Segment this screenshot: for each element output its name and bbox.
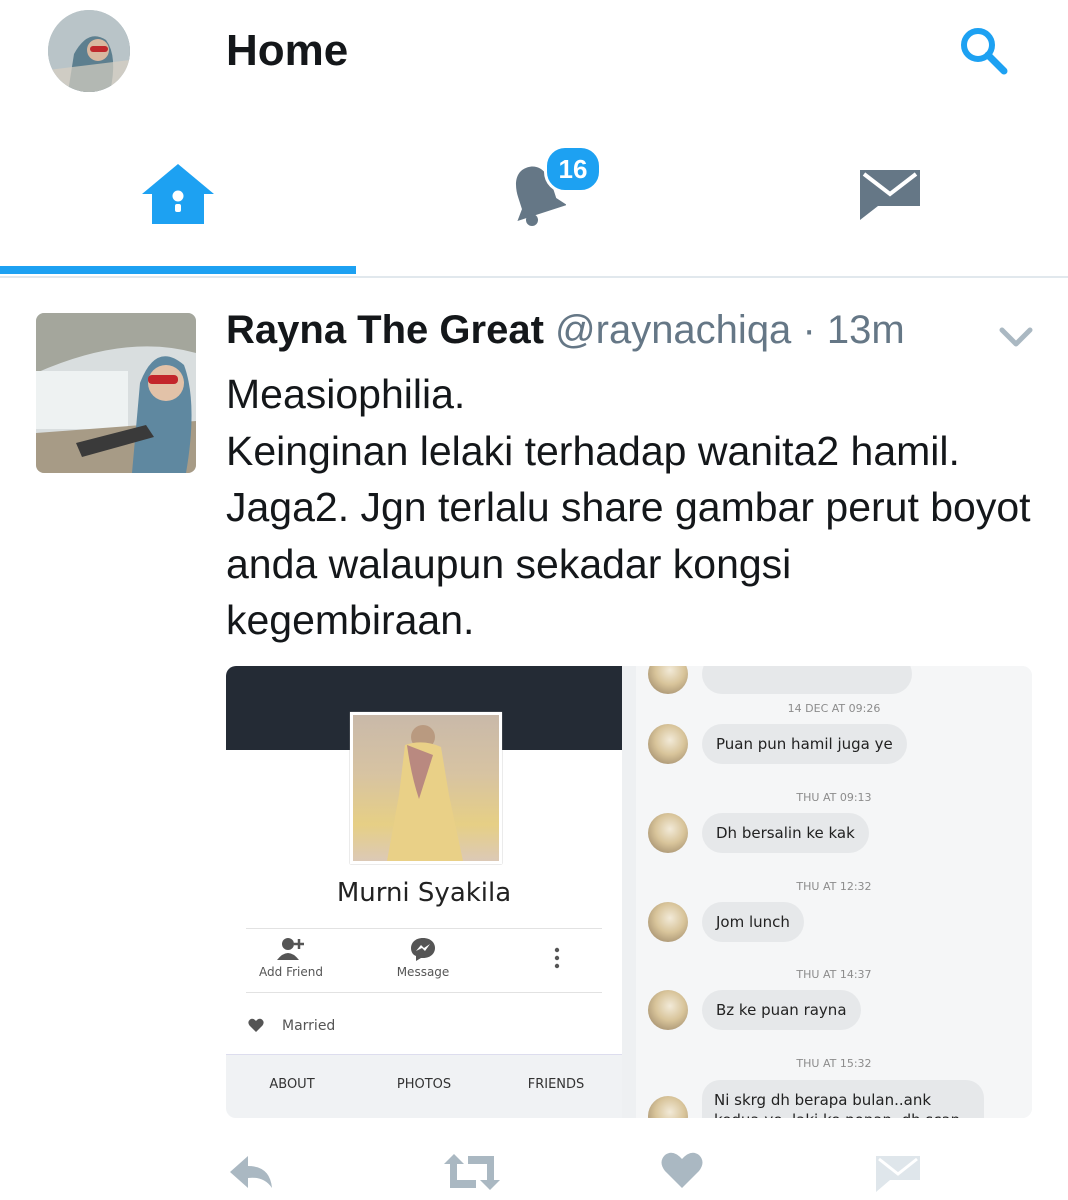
chat-message: Jom lunch bbox=[702, 902, 804, 942]
chat-avatar bbox=[648, 666, 688, 694]
heart-icon bbox=[661, 1152, 703, 1188]
retweet-button[interactable] bbox=[442, 1150, 500, 1194]
tab-photos[interactable]: PHOTOS bbox=[358, 1077, 490, 1092]
tweet-media[interactable]: Murni Syakila Add Friend Message Married… bbox=[226, 666, 1032, 1118]
message-button[interactable]: Message bbox=[368, 936, 478, 979]
message-label: Message bbox=[396, 965, 450, 979]
tab-messages[interactable] bbox=[712, 120, 1068, 274]
chat-avatar bbox=[648, 813, 688, 853]
more-vertical-icon bbox=[554, 947, 560, 969]
chat-timestamp: THU AT 12:32 bbox=[796, 880, 872, 893]
add-friend-icon bbox=[277, 938, 304, 960]
tab-notifications[interactable] bbox=[356, 120, 712, 274]
chat-timestamp: THU AT 14:37 bbox=[796, 968, 872, 981]
reply-icon bbox=[230, 1156, 272, 1188]
author-handle[interactable]: @raynachiqa bbox=[555, 308, 791, 352]
chat-avatar bbox=[648, 990, 688, 1030]
profile-avatar[interactable] bbox=[48, 10, 130, 92]
direct-message-button[interactable] bbox=[874, 1150, 928, 1194]
divider bbox=[246, 992, 602, 993]
tweet-text-line: Keinginan lelaki terhadap wanita2 hamil. bbox=[226, 427, 960, 474]
separator-dot: · bbox=[802, 308, 816, 352]
tweet-text-line: Measiophilia. bbox=[226, 371, 466, 417]
media-image-chat-screenshot[interactable]: 14 DEC AT 09:26 Puan pun hamil juga ye T… bbox=[636, 666, 1032, 1118]
profile-tabs: ABOUT PHOTOS FRIENDS bbox=[226, 1054, 622, 1118]
chat-avatar bbox=[648, 1096, 688, 1118]
page-title: Home bbox=[226, 26, 349, 75]
reply-button[interactable] bbox=[226, 1150, 280, 1194]
tweet-author-avatar[interactable] bbox=[36, 313, 196, 473]
home-icon bbox=[142, 164, 214, 224]
tweet-text-line: anda walaupun sekadar kongsi bbox=[226, 540, 792, 587]
profile-photo bbox=[350, 712, 502, 864]
notification-count-badge: 16 bbox=[544, 145, 602, 193]
relationship-status: Married bbox=[282, 1018, 336, 1034]
search-icon bbox=[961, 28, 1008, 75]
tweet-timestamp[interactable]: 13m bbox=[827, 308, 905, 352]
chevron-down-icon bbox=[999, 327, 1033, 347]
author-name[interactable]: Rayna The Great bbox=[226, 308, 544, 352]
chat-timestamp: THU AT 09:13 bbox=[796, 791, 872, 804]
chat-avatar bbox=[648, 724, 688, 764]
more-options-button[interactable] bbox=[502, 946, 612, 973]
profile-name: Murni Syakila bbox=[336, 878, 512, 908]
chat-timestamp: 14 DEC AT 09:26 bbox=[787, 702, 881, 715]
chat-timestamp: THU AT 15:32 bbox=[796, 1057, 872, 1070]
chat-avatar bbox=[648, 902, 688, 942]
add-friend-label: Add Friend bbox=[259, 965, 323, 979]
retweet-icon bbox=[444, 1154, 500, 1190]
messenger-icon bbox=[411, 938, 435, 961]
tweet-header: Rayna The Great @raynachiqa · 13m bbox=[226, 308, 986, 353]
search-button[interactable] bbox=[955, 22, 1011, 78]
chat-message: Ni skrg dh berapa bulan..ank kedua ye..l… bbox=[702, 1080, 984, 1118]
active-tab-indicator bbox=[0, 266, 356, 274]
tweet-text-line: kegembiraan. bbox=[226, 597, 475, 643]
media-image-profile-screenshot[interactable]: Murni Syakila Add Friend Message Married… bbox=[226, 666, 622, 1118]
tab-bar bbox=[0, 120, 1068, 278]
chat-message: Puan pun hamil juga ye bbox=[702, 724, 907, 764]
heart-icon bbox=[248, 1018, 264, 1032]
like-button[interactable] bbox=[660, 1150, 714, 1194]
chat-message: Dh bersalin ke kak bbox=[702, 813, 869, 853]
chat-bubble-partial bbox=[702, 666, 912, 694]
tab-home[interactable] bbox=[0, 120, 356, 274]
tweet-actions bbox=[0, 1140, 1068, 1200]
direct-message-icon bbox=[876, 1156, 920, 1192]
tweet-menu-button[interactable] bbox=[998, 322, 1034, 350]
tab-about[interactable]: ABOUT bbox=[226, 1077, 358, 1092]
header-bar: Home bbox=[0, 0, 1068, 100]
tab-friends[interactable]: FRIENDS bbox=[490, 1077, 622, 1092]
chat-message: Bz ke puan rayna bbox=[702, 990, 861, 1030]
add-friend-button[interactable]: Add Friend bbox=[236, 936, 346, 979]
divider bbox=[246, 928, 602, 929]
envelope-icon bbox=[860, 170, 920, 220]
tweet-text-line: Jaga2. Jgn terlalu share gambar perut bo… bbox=[226, 484, 1031, 530]
tweet-text: Measiophilia. Keinginan lelaki terhadap … bbox=[226, 366, 1046, 649]
